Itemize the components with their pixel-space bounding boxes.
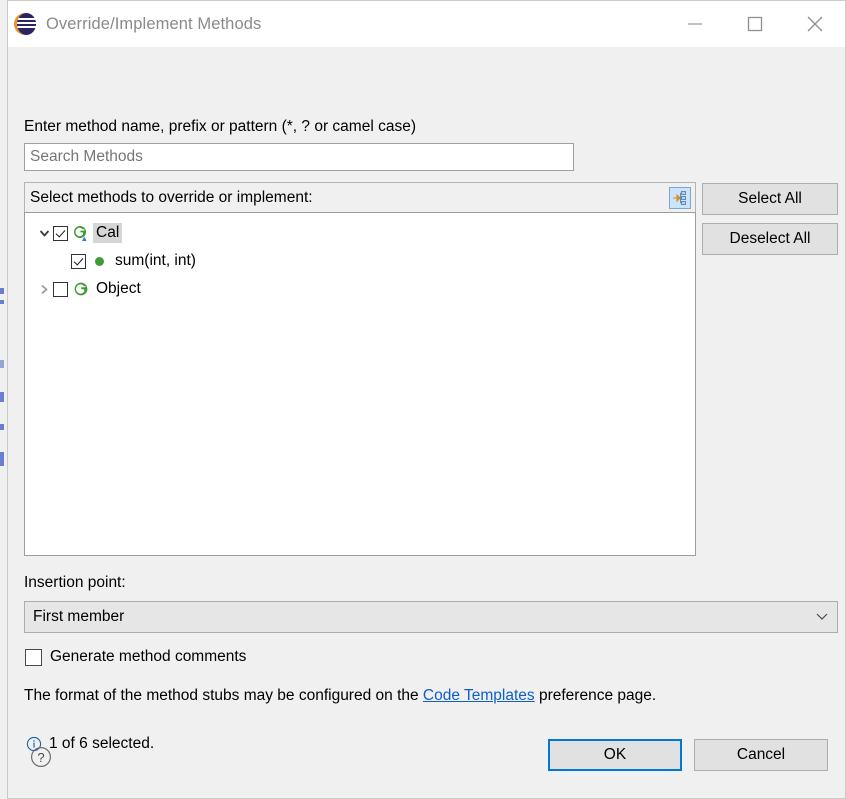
tree-row-checkbox[interactable] — [53, 225, 68, 241]
backdrop-fleck — [0, 288, 4, 294]
search-input[interactable] — [24, 143, 574, 171]
tree-row-label: Cal — [93, 223, 123, 243]
svg-text:?: ? — [37, 750, 44, 765]
insertion-point-value: First member — [33, 608, 125, 625]
java-class-with-override-icon — [73, 225, 89, 241]
tree-row-label: sum(int, int) — [115, 252, 196, 269]
backdrop-fleck — [0, 452, 4, 466]
code-templates-link[interactable]: Code Templates — [423, 687, 535, 704]
backdrop-fleck — [0, 360, 4, 368]
java-class-icon — [73, 281, 89, 297]
public-method-icon — [95, 256, 104, 266]
ok-button[interactable]: OK — [548, 739, 682, 771]
chevron-down-icon[interactable] — [35, 228, 53, 239]
chevron-down-icon[interactable] — [815, 608, 829, 626]
close-icon[interactable] — [785, 1, 845, 47]
window-controls — [665, 1, 845, 47]
dialog-title: Override/Implement Methods — [46, 14, 262, 33]
tree-row[interactable]: sum(int, int) — [25, 247, 695, 275]
dialog-titlebar: Override/Implement Methods — [8, 1, 845, 47]
tree-row-checkbox[interactable] — [53, 281, 68, 297]
dialog-body: Enter method name, prefix or pattern (*,… — [8, 47, 845, 798]
generate-method-comments-checkbox[interactable] — [25, 648, 42, 666]
tree-header-label: Select methods to override or implement: — [30, 188, 313, 206]
format-note-after: preference page. — [534, 687, 657, 704]
override-implement-methods-dialog: Override/Implement Methods Enter method … — [8, 0, 846, 799]
maximize-icon[interactable] — [725, 1, 785, 47]
search-label: Enter method name, prefix or pattern (*,… — [24, 118, 416, 135]
cancel-button[interactable]: Cancel — [694, 739, 828, 771]
methods-tree[interactable]: Cal sum(int, int) Object — [24, 212, 696, 556]
link-with-editor-icon[interactable] — [669, 186, 691, 209]
select-all-button[interactable]: Select All — [702, 183, 838, 215]
backdrop-fleck — [0, 300, 4, 304]
eclipse-logo-icon — [14, 13, 36, 35]
backdrop-fleck — [0, 424, 4, 430]
chevron-right-icon[interactable] — [35, 284, 53, 295]
backdrop-fleck — [0, 392, 4, 402]
tree-row-checkbox[interactable] — [71, 253, 86, 269]
help-question-icon[interactable]: ? — [28, 744, 54, 770]
background-window-sliver — [0, 0, 8, 799]
deselect-all-button[interactable]: Deselect All — [702, 223, 838, 255]
format-note-before: The format of the method stubs may be co… — [24, 687, 423, 704]
generate-method-comments-option[interactable]: Generate method comments — [25, 648, 246, 666]
dialog-button-bar: ? OK Cancel — [8, 736, 845, 798]
tree-row[interactable]: Object — [25, 275, 695, 303]
insertion-point-select[interactable]: First member — [24, 601, 838, 633]
tree-row-label: Object — [96, 280, 141, 297]
tree-header: Select methods to override or implement: — [24, 182, 696, 212]
minimize-icon[interactable] — [665, 1, 725, 47]
tree-row[interactable]: Cal — [25, 219, 695, 247]
generate-method-comments-label: Generate method comments — [50, 648, 247, 665]
format-note: The format of the method stubs may be co… — [24, 687, 656, 705]
insertion-point-label: Insertion point: — [24, 574, 126, 591]
